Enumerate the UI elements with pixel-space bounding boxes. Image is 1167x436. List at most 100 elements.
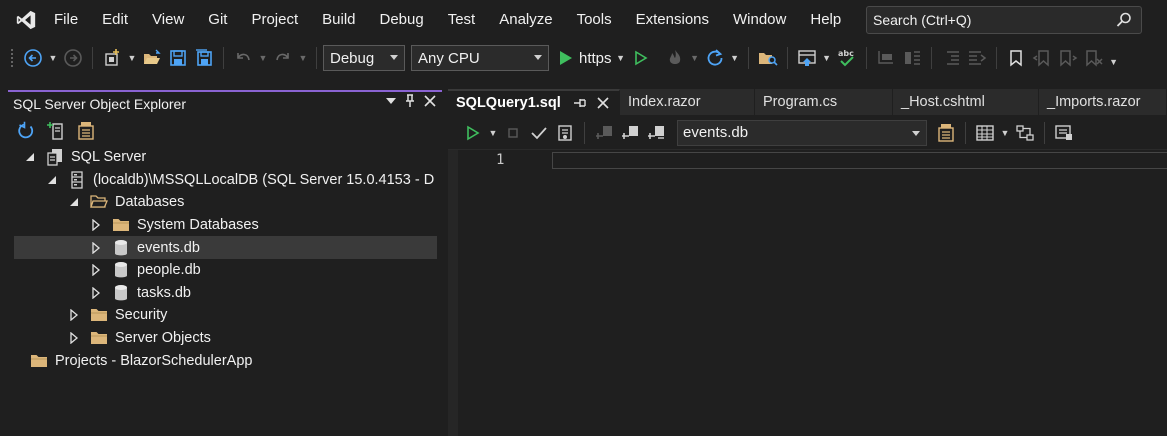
menu-item-tools[interactable]: Tools	[565, 0, 624, 40]
navigate-back-icon[interactable]	[22, 45, 44, 71]
pin-icon[interactable]	[404, 94, 416, 108]
expanded-arrow-icon[interactable]	[66, 194, 82, 210]
chevron-down-icon[interactable]: ▼	[48, 53, 58, 63]
chevron-down-icon[interactable]: ▼	[822, 53, 832, 63]
tab-sqlquery1[interactable]: SQLQuery1.sql	[448, 89, 620, 115]
expanded-arrow-icon[interactable]	[44, 172, 60, 188]
chevron-down-icon[interactable]: ▼	[127, 53, 137, 63]
menu-item-debug[interactable]: Debug	[368, 0, 436, 40]
tree-node-localdb-mssqllocaldb-sql-server-15-0-4153-d[interactable]: (localdb)\MSSQLLocalDB (SQL Server 15.0.…	[8, 169, 442, 192]
chevron-down-icon[interactable]: ▼	[1000, 128, 1010, 138]
tree-node-security[interactable]: Security	[8, 304, 442, 327]
uncomment-icon[interactable]	[901, 45, 923, 71]
increase-indent-icon[interactable]	[966, 45, 988, 71]
tab-host-cshtml[interactable]: _Host.cshtml	[893, 89, 1039, 115]
menu-item-file[interactable]: File	[52, 0, 90, 40]
menu-item-extensions[interactable]: Extensions	[624, 0, 721, 40]
tree-node-server-objects[interactable]: Server Objects	[8, 327, 442, 350]
database-icon	[112, 261, 130, 279]
sql-query-editor[interactable]: 1	[448, 150, 1167, 436]
database-select[interactable]: events.db	[677, 119, 927, 146]
spell-check-icon[interactable]: abc	[836, 45, 858, 71]
undo-icon[interactable]	[232, 45, 254, 71]
chevron-down-icon[interactable]: ▼	[616, 53, 626, 63]
menu-item-build[interactable]: Build	[310, 0, 367, 40]
bookmark-icon[interactable]	[1005, 45, 1027, 71]
tab-imports-razor[interactable]: _Imports.razor	[1039, 89, 1167, 115]
menu-item-view[interactable]: View	[140, 0, 196, 40]
results-grid-icon[interactable]	[974, 120, 996, 146]
comment-icon[interactable]	[875, 45, 897, 71]
filter-icon[interactable]	[76, 121, 96, 141]
tab-label: _Imports.razor	[1047, 94, 1141, 110]
chevron-down-icon[interactable]: ▼	[298, 53, 308, 63]
search-input[interactable]: Search (Ctrl+Q)	[866, 6, 1142, 34]
tree-node-system-databases[interactable]: System Databases	[8, 214, 442, 237]
toolbar-grip[interactable]	[10, 48, 14, 68]
configuration-select[interactable]: Debug	[323, 45, 405, 71]
navigate-forward-icon[interactable]	[62, 45, 84, 71]
open-folder-icon[interactable]	[141, 45, 163, 71]
menu-item-analyze[interactable]: Analyze	[487, 0, 564, 40]
tree-node-sql-server[interactable]: SQL Server	[8, 146, 442, 169]
collapsed-arrow-icon[interactable]	[66, 307, 82, 323]
collapsed-arrow-icon[interactable]	[88, 285, 104, 301]
menu-item-help[interactable]: Help	[798, 0, 853, 40]
schema-compare-icon[interactable]	[1014, 120, 1036, 146]
menu-item-edit[interactable]: Edit	[90, 0, 140, 40]
clear-bookmarks-icon[interactable]	[1083, 45, 1105, 71]
tree-node-events-db[interactable]: events.db	[14, 236, 437, 259]
save-icon[interactable]	[167, 45, 189, 71]
tab-program-cs[interactable]: Program.cs	[755, 89, 893, 115]
previous-bookmark-icon[interactable]	[1031, 45, 1053, 71]
menu-item-project[interactable]: Project	[239, 0, 310, 40]
disconnect-icon[interactable]	[619, 120, 641, 146]
visual-studio-logo-icon[interactable]	[0, 0, 52, 40]
estimated-plan-icon[interactable]	[554, 120, 576, 146]
chevron-down-icon[interactable]: ▼	[258, 53, 268, 63]
change-connection-icon[interactable]	[645, 120, 667, 146]
start-debugging-button[interactable]: https	[559, 45, 612, 71]
menu-item-window[interactable]: Window	[721, 0, 798, 40]
tree-node-tasks-db[interactable]: tasks.db	[8, 282, 442, 305]
restart-icon[interactable]	[704, 45, 726, 71]
new-project-icon[interactable]	[101, 45, 123, 71]
collapsed-arrow-icon[interactable]	[66, 330, 82, 346]
refresh-icon[interactable]	[16, 121, 36, 141]
tab-index-razor[interactable]: Index.razor	[620, 89, 755, 115]
panel-menu-chevron-down-icon[interactable]	[386, 97, 396, 105]
hot-reload-icon[interactable]	[664, 45, 686, 71]
collapsed-arrow-icon[interactable]	[88, 262, 104, 278]
chevron-down-icon[interactable]: ▼	[690, 53, 700, 63]
browser-link-icon[interactable]	[796, 45, 818, 71]
find-in-files-icon[interactable]	[757, 45, 779, 71]
execute-query-icon[interactable]	[462, 120, 484, 146]
decrease-indent-icon[interactable]	[940, 45, 962, 71]
query-results-icon[interactable]	[1053, 120, 1075, 146]
cancel-query-icon[interactable]	[502, 120, 524, 146]
tree-node-projects-blazorschedulerapp[interactable]: Projects - BlazorSchedulerApp	[8, 349, 442, 372]
expanded-arrow-icon[interactable]	[22, 149, 38, 165]
tree-node-databases[interactable]: Databases	[8, 191, 442, 214]
connect-icon[interactable]	[593, 120, 615, 146]
close-tab-icon[interactable]	[597, 97, 609, 109]
chevron-down-icon[interactable]: ▼	[730, 53, 740, 63]
add-sql-server-icon[interactable]	[46, 121, 66, 141]
menu-item-test[interactable]: Test	[436, 0, 488, 40]
chevron-down-icon[interactable]: ▼	[488, 128, 498, 138]
current-line-highlight[interactable]	[552, 152, 1167, 169]
start-without-debugging-icon[interactable]	[630, 45, 652, 71]
menu-item-git[interactable]: Git	[196, 0, 239, 40]
redo-icon[interactable]	[272, 45, 294, 71]
pin-tab-icon[interactable]	[573, 97, 587, 109]
save-all-icon[interactable]	[193, 45, 215, 71]
collapsed-arrow-icon[interactable]	[88, 217, 104, 233]
validate-syntax-icon[interactable]	[528, 120, 550, 146]
tree-node-people-db[interactable]: people.db	[8, 259, 442, 282]
platform-select[interactable]: Any CPU	[411, 45, 549, 71]
close-icon[interactable]	[424, 95, 436, 107]
collapsed-arrow-icon[interactable]	[88, 240, 104, 256]
next-bookmark-icon[interactable]	[1057, 45, 1079, 71]
toolbar-overflow-icon[interactable]: ▼	[1109, 57, 1119, 67]
query-options-icon[interactable]	[935, 120, 957, 146]
